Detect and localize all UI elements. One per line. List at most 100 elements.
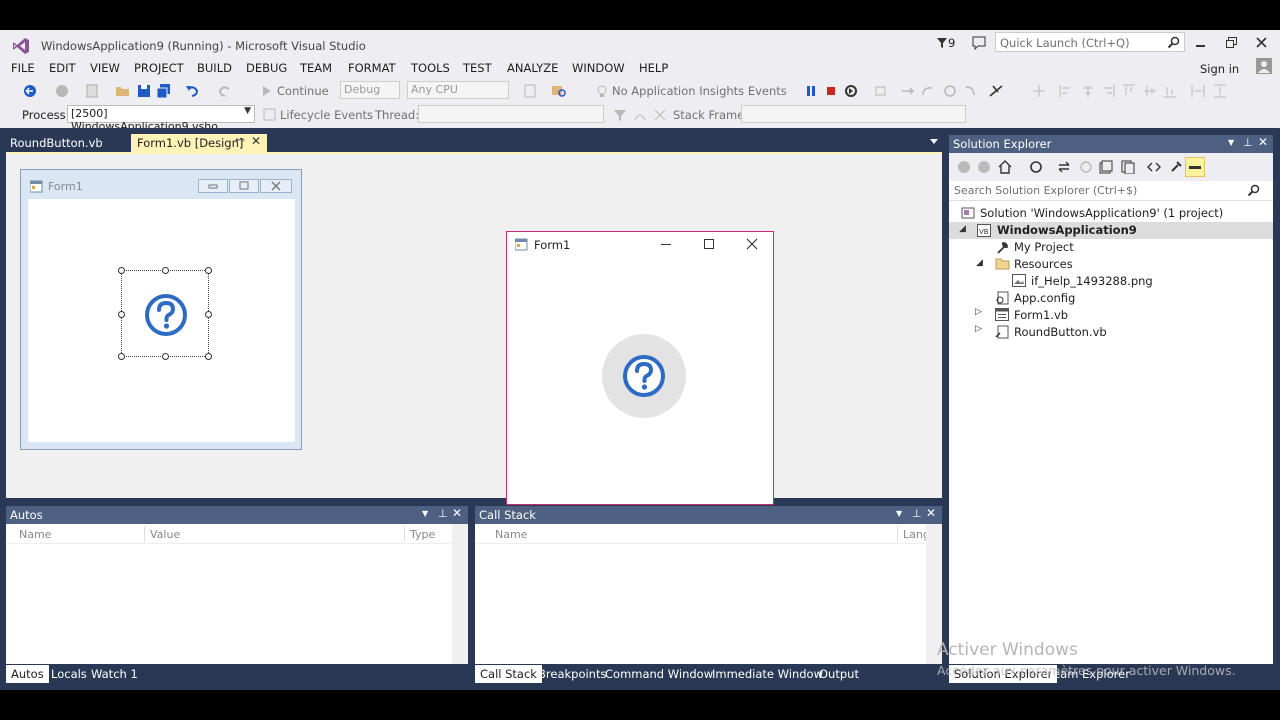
make-same-height-icon[interactable] — [1212, 83, 1228, 99]
menu-help[interactable]: HELP — [639, 61, 668, 75]
run-to-cursor-icon[interactable] — [962, 83, 978, 99]
callstack-grid[interactable]: Name Lang — [475, 524, 942, 664]
pin-icon[interactable]: ⊷ — [235, 135, 245, 146]
pending-changes-filter-icon[interactable] — [1029, 160, 1043, 174]
align-center-icon[interactable] — [1031, 83, 1047, 99]
resize-handle[interactable] — [205, 311, 212, 318]
pin-icon[interactable]: ⊥ — [1243, 136, 1253, 149]
dropdown-icon[interactable]: ▼ — [422, 509, 428, 518]
home-icon[interactable] — [997, 159, 1013, 175]
flag-threads-icon[interactable] — [652, 107, 668, 123]
align-lefts-icon[interactable] — [1058, 83, 1074, 99]
resize-handle[interactable] — [162, 353, 169, 360]
stop-debugging-icon[interactable] — [823, 83, 839, 99]
process-select[interactable]: [2500] WindowsApplication9.vsho ▼ — [67, 105, 255, 133]
menu-team[interactable]: TEAM — [300, 61, 332, 75]
my-project-node[interactable]: My Project — [1014, 240, 1074, 254]
menu-debug[interactable]: DEBUG — [246, 61, 287, 75]
close-panel-icon[interactable]: ✕ — [1258, 135, 1268, 149]
notification-count[interactable]: 9 — [948, 36, 955, 50]
solution-platform-select[interactable]: Any CPU — [407, 81, 509, 99]
tab-watch-1[interactable]: Watch 1 — [86, 665, 143, 683]
menu-test[interactable]: TEST — [463, 61, 492, 75]
break-all-icon[interactable] — [803, 83, 819, 99]
redo-icon[interactable] — [217, 83, 233, 99]
autos-grid[interactable]: Name Value Type — [6, 524, 468, 664]
minimize-icon[interactable] — [1196, 38, 1206, 48]
sync-icon[interactable] — [1057, 160, 1071, 174]
new-project-icon[interactable] — [84, 83, 100, 99]
account-icon[interactable] — [1256, 58, 1272, 74]
restart-icon[interactable] — [843, 83, 859, 99]
resize-handle[interactable] — [118, 267, 125, 274]
png-file-node[interactable]: if_Help_1493288.png — [1031, 274, 1153, 288]
tab-output[interactable]: Output — [814, 665, 864, 683]
preview-selected-items-icon[interactable] — [1185, 157, 1205, 177]
resize-handle[interactable] — [205, 353, 212, 360]
align-centers-icon[interactable] — [1080, 83, 1096, 99]
find-icon[interactable] — [551, 83, 567, 99]
form-designer-surface[interactable]: Form1 — [6, 152, 942, 498]
resize-handle[interactable] — [118, 311, 125, 318]
align-bottoms-icon[interactable] — [1162, 83, 1178, 99]
menu-analyze[interactable]: ANALYZE — [507, 61, 558, 75]
stack-frame-select[interactable] — [741, 105, 966, 123]
show-threads-icon[interactable] — [632, 107, 648, 123]
tab-overflow-icon[interactable] — [930, 139, 938, 145]
column-header-type[interactable]: Type — [410, 528, 435, 541]
notification-filter-icon[interactable] — [936, 37, 948, 49]
round-button-selected[interactable] — [118, 267, 212, 360]
thread-select[interactable] — [418, 105, 604, 123]
close-panel-icon[interactable]: ✕ — [926, 506, 936, 520]
align-middles-icon[interactable] — [1142, 83, 1158, 99]
forward-icon[interactable] — [977, 160, 991, 174]
tab-immediate-window[interactable]: Immediate Window — [707, 665, 828, 683]
minimize-icon[interactable] — [660, 240, 672, 250]
application-insights-label[interactable]: No Application Insights Events — [612, 84, 787, 98]
running-form-window[interactable]: Form1 — [506, 231, 774, 505]
maximize-icon[interactable] — [703, 238, 715, 250]
solution-configuration-select[interactable]: Debug — [340, 81, 400, 99]
make-same-width-icon[interactable] — [1190, 83, 1206, 99]
hex-display-icon[interactable] — [988, 83, 1004, 99]
lifecycle-events-dropdown[interactable]: Lifecycle Events — [280, 108, 373, 122]
menu-window[interactable]: WINDOW — [572, 61, 625, 75]
undo-icon[interactable] — [184, 83, 200, 99]
menu-build[interactable]: BUILD — [197, 61, 232, 75]
pin-icon[interactable]: ⊥ — [912, 507, 922, 520]
column-header-value[interactable]: Value — [150, 528, 180, 541]
project-node[interactable]: WindowsApplication9 — [997, 223, 1137, 237]
align-tops-icon[interactable] — [1121, 83, 1137, 99]
design-form-client-area[interactable] — [28, 199, 295, 442]
column-header-name[interactable]: Name — [495, 528, 527, 541]
sign-in-link[interactable]: Sign in — [1200, 62, 1239, 76]
close-panel-icon[interactable]: ✕ — [452, 506, 462, 520]
step-out-icon[interactable] — [942, 83, 958, 99]
column-header-name[interactable]: Name — [19, 528, 51, 541]
tab-autos[interactable]: Autos — [6, 665, 49, 683]
dropdown-icon[interactable]: ▼ — [896, 509, 902, 518]
continue-button[interactable]: Continue — [277, 84, 329, 98]
align-rights-icon[interactable] — [1100, 83, 1116, 99]
quick-launch-input[interactable]: Quick Launch (Ctrl+Q) — [995, 32, 1185, 52]
expand-arrow-icon[interactable]: ◢ — [959, 224, 966, 234]
attach-icon[interactable] — [522, 83, 538, 99]
menu-edit[interactable]: EDIT — [49, 61, 76, 75]
tab-roundbutton-vb[interactable]: RoundButton.vb — [4, 134, 130, 152]
back-icon[interactable] — [957, 160, 971, 174]
back-icon[interactable] — [22, 83, 38, 99]
menu-view[interactable]: VIEW — [90, 61, 120, 75]
vertical-scrollbar[interactable] — [452, 524, 468, 664]
tab-call-stack[interactable]: Call Stack — [475, 665, 542, 683]
view-code-icon[interactable] — [1147, 160, 1161, 174]
show-all-files-icon[interactable] — [1121, 160, 1135, 174]
resources-folder-node[interactable]: Resources — [1014, 257, 1073, 271]
menu-project[interactable]: PROJECT — [134, 61, 184, 75]
form1-vb-node[interactable]: Form1.vb — [1014, 308, 1068, 322]
design-form[interactable]: Form1 — [20, 169, 302, 450]
dropdown-icon[interactable]: ▼ — [1228, 138, 1234, 147]
resize-handle[interactable] — [205, 267, 212, 274]
close-tab-icon[interactable]: ✕ — [251, 134, 261, 148]
step-into-icon[interactable] — [900, 83, 916, 99]
close-icon[interactable] — [746, 238, 758, 250]
